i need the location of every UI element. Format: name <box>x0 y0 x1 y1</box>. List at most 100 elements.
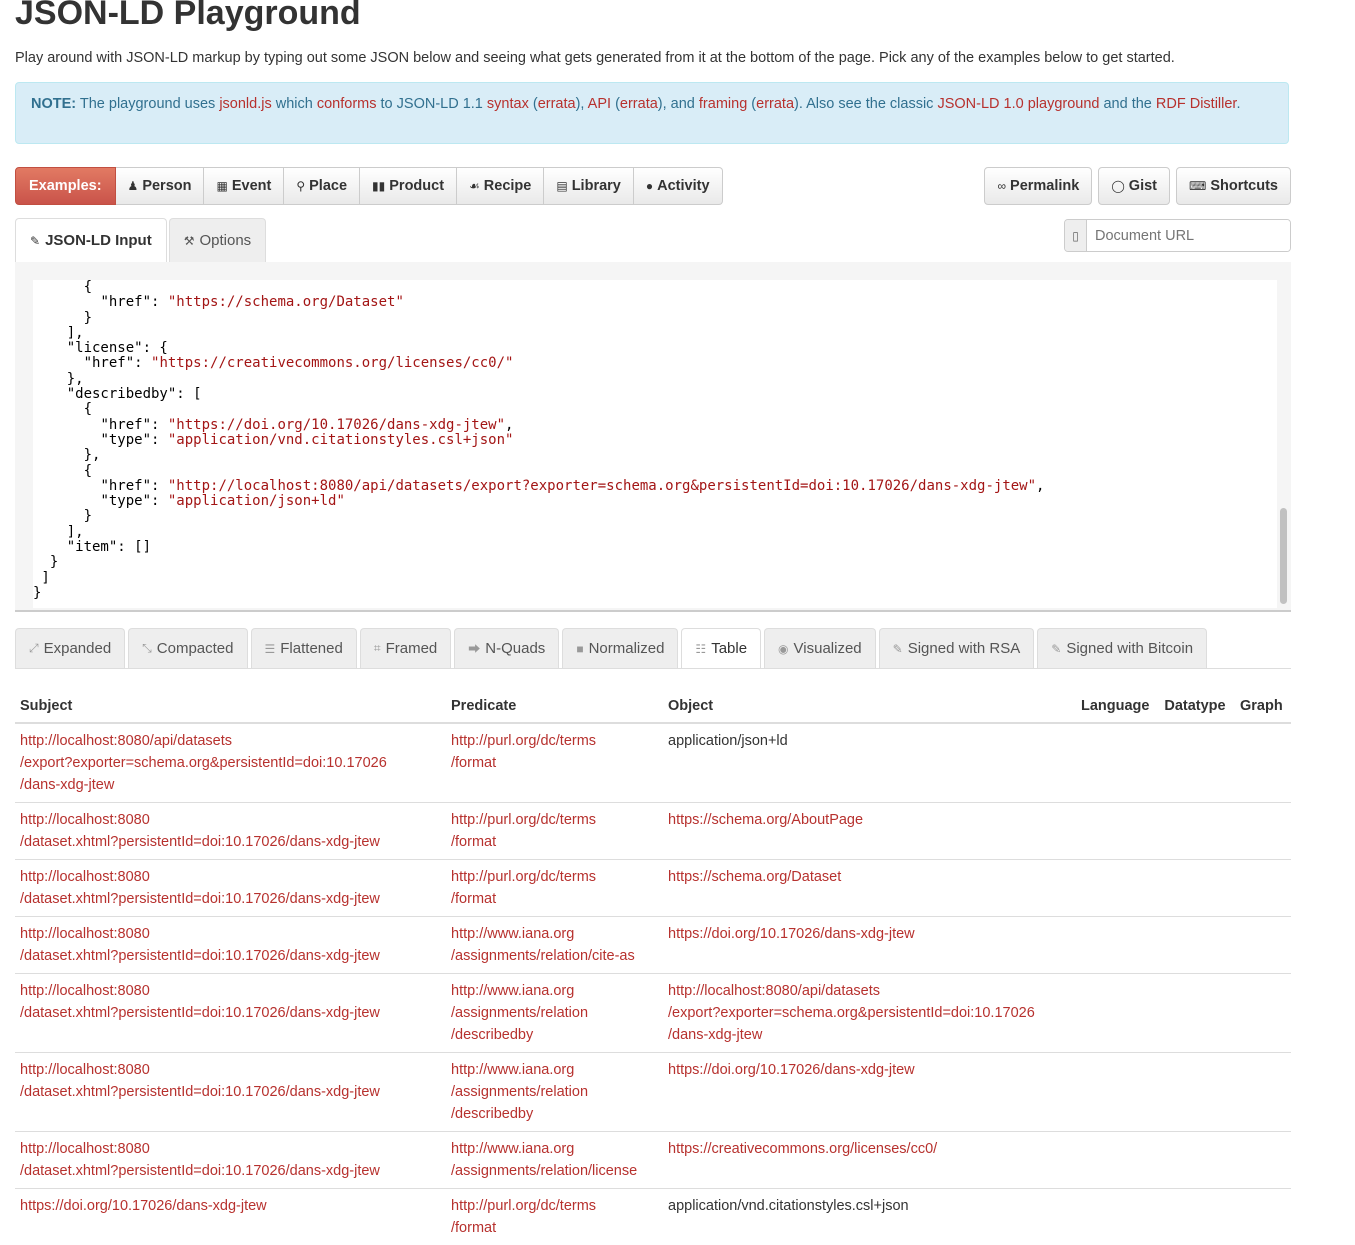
predicate-cell[interactable]: http://purl.org/dc/terms/format <box>446 1189 663 1245</box>
tab-signed-with-rsa[interactable]: ✎Signed with RSA <box>879 628 1035 668</box>
note-alert: NOTE: The playground uses jsonld.js whic… <box>15 82 1289 144</box>
classic-playground-link[interactable]: JSON-LD 1.0 playground <box>937 96 1099 112</box>
subject-cell[interactable]: http://localhost:8080/dataset.xhtml?pers… <box>15 1053 446 1132</box>
tab-expanded[interactable]: ⤢Expanded <box>15 628 125 668</box>
shortcuts-button[interactable]: ⌨Shortcuts <box>1176 167 1291 205</box>
tab-label: Flattened <box>280 640 343 657</box>
calendar-icon: ▦ <box>216 179 227 193</box>
person-icon: ♟ <box>128 179 139 193</box>
object-cell[interactable]: https://schema.org/Dataset <box>663 860 1076 917</box>
tab-normalized[interactable]: ■Normalized <box>562 628 678 668</box>
framing-link[interactable]: framing <box>699 96 747 112</box>
subject-cell[interactable]: http://localhost:8080/dataset.xhtml?pers… <box>15 860 446 917</box>
tab-framed[interactable]: ⌗Framed <box>360 628 451 668</box>
framing-errata-link[interactable]: errata <box>756 96 794 112</box>
output-tabs: ⤢Expanded⤡Compacted☰Flattened⌗Framed⮕N-Q… <box>15 628 1291 669</box>
graph-cell <box>1235 917 1291 974</box>
code-line: } <box>33 509 1277 524</box>
wrench-icon: ⚒ <box>184 234 195 248</box>
predicate-cell[interactable]: http://purl.org/dc/terms/format <box>446 803 663 860</box>
example-library-button[interactable]: ▤Library <box>544 167 634 205</box>
predicate-cell[interactable]: http://www.iana.org/assignments/relation… <box>446 974 663 1053</box>
gist-button[interactable]: ◯Gist <box>1098 167 1170 205</box>
subject-cell[interactable]: http://localhost:8080/api/datasets/expor… <box>15 723 446 803</box>
datatype-cell <box>1159 1053 1235 1132</box>
rdf-distiller-link[interactable]: RDF Distiller <box>1156 96 1237 112</box>
pencil-icon: ✎ <box>1051 642 1061 656</box>
object-cell[interactable]: https://doi.org/10.17026/dans-xdg-jtew <box>663 1053 1076 1132</box>
page-title: JSON-LD Playground <box>15 0 361 33</box>
syntax-errata-link[interactable]: errata <box>538 96 576 112</box>
datatype-cell <box>1159 917 1235 974</box>
subject-cell[interactable]: http://localhost:8080/dataset.xhtml?pers… <box>15 1132 446 1189</box>
code-line: ], <box>33 326 1277 341</box>
example-event-button[interactable]: ▦ Event <box>204 167 284 205</box>
tab-jsonld-input[interactable]: ✎JSON-LD Input <box>15 218 167 262</box>
code-line: } <box>33 555 1277 570</box>
subject-cell[interactable]: https://doi.org/10.17026/dans-xdg-jtew <box>15 1189 446 1245</box>
tab-flattened[interactable]: ☰Flattened <box>251 628 357 668</box>
subject-cell[interactable]: http://localhost:8080/dataset.xhtml?pers… <box>15 803 446 860</box>
subject-cell[interactable]: http://localhost:8080/dataset.xhtml?pers… <box>15 917 446 974</box>
tab-visualized[interactable]: ◉Visualized <box>764 628 876 668</box>
tab-signed-with-bitcoin[interactable]: ✎Signed with Bitcoin <box>1037 628 1207 668</box>
api-errata-link[interactable]: errata <box>620 96 658 112</box>
button-label: Recipe <box>484 178 532 194</box>
object-cell: application/vnd.citationstyles.csl+json <box>663 1189 1076 1245</box>
subject-cell-line: /dataset.xhtml?persistentId=doi:10.17026… <box>20 1002 441 1024</box>
permalink-button[interactable]: ∞Permalink <box>984 167 1092 205</box>
predicate-cell-line: http://purl.org/dc/terms <box>451 1195 658 1217</box>
subject-cell[interactable]: http://localhost:8080/dataset.xhtml?pers… <box>15 974 446 1053</box>
example-activity-button[interactable]: ●Activity <box>634 167 723 205</box>
object-cell[interactable]: https://schema.org/AboutPage <box>663 803 1076 860</box>
note-text: ( <box>611 96 620 112</box>
code-line: "href": "http://localhost:8080/api/datas… <box>33 479 1277 494</box>
example-place-button[interactable]: ⚲Place <box>284 167 360 205</box>
tab-compacted[interactable]: ⤡Compacted <box>128 628 247 668</box>
code-line: ] <box>33 571 1277 586</box>
example-recipe-button[interactable]: ☙Recipe <box>457 167 544 205</box>
document-url-input[interactable] <box>1087 220 1290 251</box>
api-link[interactable]: API <box>588 96 611 112</box>
predicate-cell[interactable]: http://www.iana.org/assignments/relation… <box>446 1053 663 1132</box>
object-cell[interactable]: https://creativecommons.org/licenses/cc0… <box>663 1132 1076 1189</box>
tab-n-quads[interactable]: ⮕N-Quads <box>454 628 559 668</box>
predicate-cell[interactable]: http://www.iana.org/assignments/relation… <box>446 1132 663 1189</box>
button-label: Event <box>232 178 272 194</box>
predicate-cell[interactable]: http://purl.org/dc/terms/format <box>446 860 663 917</box>
tab-options[interactable]: ⚒Options <box>169 218 266 262</box>
editor-code[interactable]: { "href": "https://schema.org/Dataset" }… <box>33 280 1277 608</box>
tab-label: Table <box>711 640 747 657</box>
eye-icon: ◉ <box>778 642 788 656</box>
language-cell <box>1076 803 1159 860</box>
note-label: NOTE: <box>31 96 76 112</box>
object-cell[interactable]: http://localhost:8080/api/datasets/expor… <box>663 974 1076 1053</box>
note-text: which <box>272 96 317 112</box>
file-icon: ▯ <box>1065 220 1087 251</box>
editor-scrollbar[interactable] <box>1280 508 1287 604</box>
predicate-cell-line: /format <box>451 752 658 774</box>
example-person-button[interactable]: ♟Person <box>116 167 205 205</box>
page-lead: Play around with JSON-LD markup by typin… <box>15 50 1175 66</box>
predicate-cell-line: /format <box>451 831 658 853</box>
language-cell <box>1076 917 1159 974</box>
subject-cell-line: http://localhost:8080 <box>20 1138 441 1160</box>
table-row: https://doi.org/10.17026/dans-xdg-jtewht… <box>15 1189 1291 1245</box>
graph-cell <box>1235 1189 1291 1245</box>
code-line: "href": "https://doi.org/10.17026/dans-x… <box>33 418 1277 433</box>
example-product-button[interactable]: ▮▮Product <box>360 167 457 205</box>
table-row: http://localhost:8080/dataset.xhtml?pers… <box>15 974 1291 1053</box>
graph-cell <box>1235 974 1291 1053</box>
object-cell[interactable]: https://doi.org/10.17026/dans-xdg-jtew <box>663 917 1076 974</box>
predicate-cell[interactable]: http://www.iana.org/assignments/relation… <box>446 917 663 974</box>
code-line: } <box>33 311 1277 326</box>
conforms-link[interactable]: conforms <box>317 96 377 112</box>
subject-cell-line: http://localhost:8080/api/datasets <box>20 730 441 752</box>
tab-table[interactable]: ☷Table <box>681 628 761 668</box>
jsonld-js-link[interactable]: jsonld.js <box>219 96 271 112</box>
syntax-link[interactable]: syntax <box>487 96 529 112</box>
jsonld-editor[interactable]: { "href": "https://schema.org/Dataset" }… <box>15 262 1291 612</box>
subject-cell-line: http://localhost:8080 <box>20 866 441 888</box>
document-url-group: ▯ <box>1064 219 1291 252</box>
predicate-cell[interactable]: http://purl.org/dc/terms/format <box>446 723 663 803</box>
